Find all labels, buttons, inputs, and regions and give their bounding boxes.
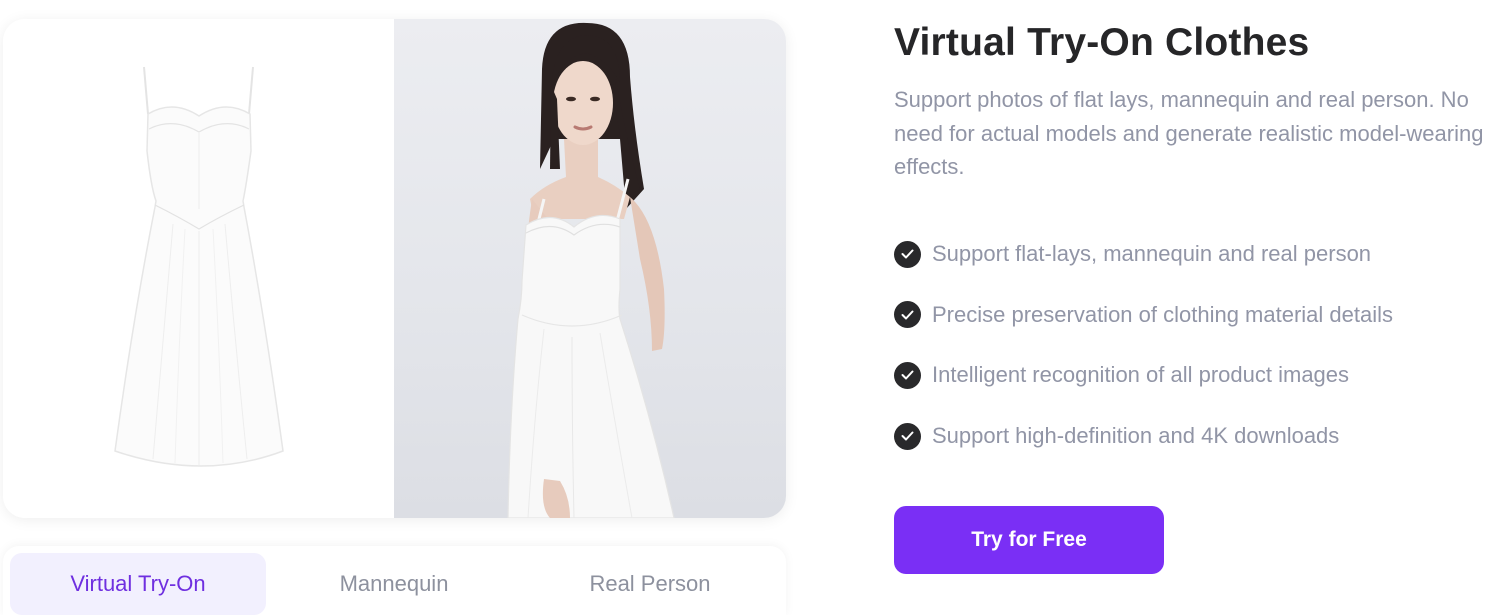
feature-item: Support flat-lays, mannequin and real pe… — [894, 237, 1393, 271]
feature-item: Support high-definition and 4K downloads — [894, 419, 1393, 453]
tab-real-person[interactable]: Real Person — [522, 553, 778, 615]
feature-section: Virtual Try-On Mannequin Real Person Vir… — [0, 0, 1503, 615]
check-circle-icon — [894, 361, 921, 389]
feature-label: Support flat-lays, mannequin and real pe… — [932, 241, 1372, 266]
tab-mannequin[interactable]: Mannequin — [266, 553, 522, 615]
model-image — [394, 19, 786, 518]
feature-item: Precise preservation of clothing materia… — [894, 298, 1393, 332]
tab-switcher: Virtual Try-On Mannequin Real Person — [3, 546, 786, 615]
feature-item: Intelligent recognition of all product i… — [894, 358, 1393, 392]
feature-list: Support flat-lays, mannequin and real pe… — [894, 237, 1393, 480]
tab-virtual-try-on[interactable]: Virtual Try-On — [10, 553, 266, 615]
check-circle-icon — [894, 240, 921, 268]
flat-lay-image — [3, 19, 394, 518]
feature-label: Precise preservation of clothing materia… — [932, 301, 1394, 327]
check-circle-icon — [894, 422, 921, 450]
try-for-free-button[interactable]: Try for Free — [894, 506, 1164, 574]
check-circle-icon — [894, 301, 921, 329]
feature-label: Intelligent recognition of all product i… — [932, 362, 1350, 388]
feature-label: Support high-definition and 4K downloads — [932, 423, 1340, 449]
description-text: Support photos of flat lays, mannequin a… — [894, 87, 1484, 179]
showcase-card — [3, 19, 786, 518]
page-title: Virtual Try-On Clothes — [894, 21, 1310, 64]
